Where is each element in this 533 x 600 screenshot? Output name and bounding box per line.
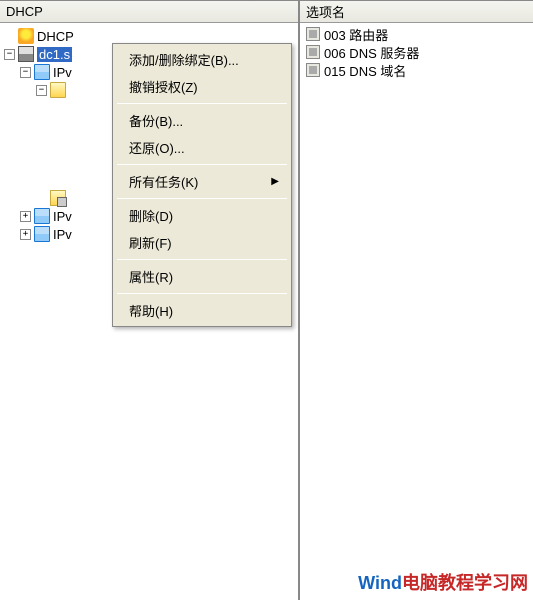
option-item[interactable]: 003 路由器 xyxy=(304,25,529,43)
root-label: DHCP xyxy=(37,29,74,44)
option-icon xyxy=(306,27,320,41)
menu-all-tasks[interactable]: 所有任务(K) ▶ xyxy=(115,168,289,195)
option-icon xyxy=(306,63,320,77)
dhcp-icon xyxy=(18,28,34,44)
menu-separator xyxy=(117,198,287,199)
option-list[interactable]: 003 路由器 006 DNS 服务器 015 DNS 域名 xyxy=(300,23,533,81)
tree-panel: DHCP DHCP − dc1.s − IPv − xyxy=(0,0,300,600)
option-label: 003 路由器 xyxy=(324,25,388,44)
menu-separator xyxy=(117,103,287,104)
expand-minus-icon[interactable]: − xyxy=(36,85,47,96)
server-label: dc1.s xyxy=(37,47,72,62)
expand-plus-icon[interactable]: + xyxy=(20,211,31,222)
menu-help[interactable]: 帮助(H) xyxy=(115,297,289,324)
left-header: DHCP xyxy=(0,1,298,23)
expand-minus-icon[interactable]: − xyxy=(4,49,15,60)
bottom-watermark: Wind电脑教程学习网 xyxy=(358,569,528,595)
left-header-text: DHCP xyxy=(6,4,43,19)
menu-separator xyxy=(117,259,287,260)
submenu-arrow-icon: ▶ xyxy=(271,176,279,187)
ipv-label-a: IPv xyxy=(53,65,72,80)
option-item[interactable]: 015 DNS 域名 xyxy=(304,61,529,79)
right-header-text: 选项名 xyxy=(306,2,345,21)
right-header[interactable]: 选项名 xyxy=(300,1,533,23)
option-icon xyxy=(306,45,320,59)
menu-separator xyxy=(117,164,287,165)
folder-icon xyxy=(50,82,66,98)
context-menu: 添加/删除绑定(B)... 撤销授权(Z) 备份(B)... 还原(O)... … xyxy=(112,43,292,327)
server-icon xyxy=(18,46,34,62)
menu-separator xyxy=(117,293,287,294)
ipv-icon xyxy=(34,208,50,224)
menu-backup[interactable]: 备份(B)... xyxy=(115,107,289,134)
ipv-label-c: IPv xyxy=(53,227,72,242)
menu-refresh[interactable]: 刷新(F) xyxy=(115,229,289,256)
ipv-icon xyxy=(34,64,50,80)
menu-delete[interactable]: 删除(D) xyxy=(115,202,289,229)
ipv-label-b: IPv xyxy=(53,209,72,224)
expand-minus-icon[interactable]: − xyxy=(20,67,31,78)
scope-icon xyxy=(50,190,66,206)
ipv-icon xyxy=(34,226,50,242)
menu-revoke-auth[interactable]: 撤销授权(Z) xyxy=(115,73,289,100)
option-label: 015 DNS 域名 xyxy=(324,61,406,80)
option-item[interactable]: 006 DNS 服务器 xyxy=(304,43,529,61)
expand-plus-icon[interactable]: + xyxy=(20,229,31,240)
menu-restore[interactable]: 还原(O)... xyxy=(115,134,289,161)
menu-properties[interactable]: 属性(R) xyxy=(115,263,289,290)
options-panel: 选项名 003 路由器 006 DNS 服务器 015 DNS 域名 xyxy=(300,0,533,600)
bottom-prefix: Wind xyxy=(358,573,402,593)
menu-add-remove-binding[interactable]: 添加/删除绑定(B)... xyxy=(115,46,289,73)
option-label: 006 DNS 服务器 xyxy=(324,43,419,62)
bottom-main: 电脑教程学习网 xyxy=(402,573,528,593)
